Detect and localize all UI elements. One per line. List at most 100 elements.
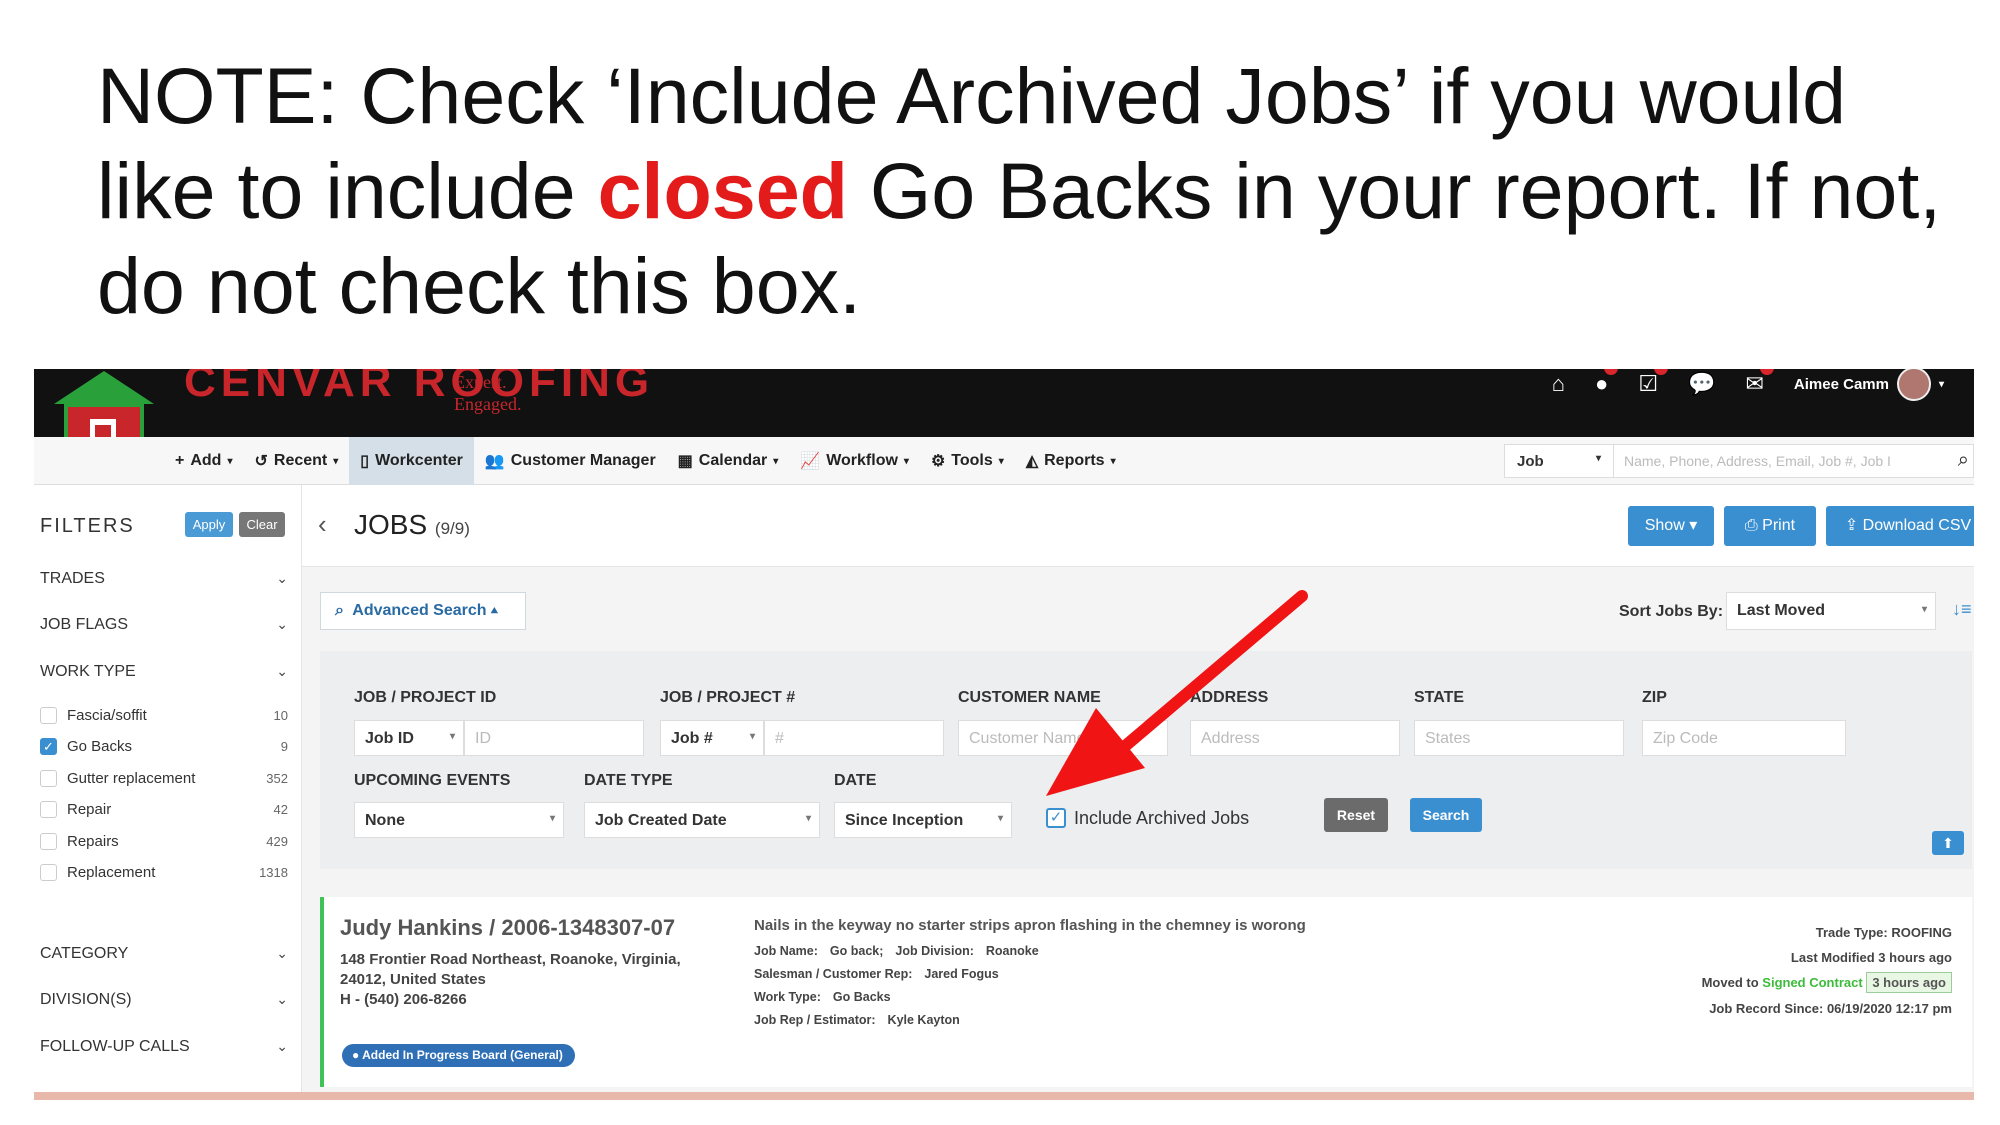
search-button[interactable]: Search xyxy=(1410,798,1482,832)
checkbox-checked[interactable]: ✓ xyxy=(40,738,57,755)
chevron-down-icon: ⌄ xyxy=(276,570,288,586)
apply-button[interactable]: Apply xyxy=(185,512,233,537)
job-id-select[interactable]: Job ID ▾ xyxy=(354,720,464,756)
job-meta-rep: Job Rep / Estimator: Kyle Kayton xyxy=(754,1013,960,1027)
work-type-item[interactable]: ✓ Go Backs 9 xyxy=(40,738,288,755)
nav-add[interactable]: + Add ▾ xyxy=(164,437,243,485)
alert-icon[interactable]: ● xyxy=(1595,369,1619,397)
moved-to: Moved to Signed Contract 3 hours ago xyxy=(1702,972,1952,993)
nav-recent[interactable]: ↺ Recent ▾ xyxy=(243,437,349,485)
record-since: Job Record Since: 06/19/2020 12:17 pm xyxy=(1709,1001,1952,1016)
advanced-search-panel: JOB / PROJECT ID Job ID ▾ ID JOB / PROJEC… xyxy=(320,651,1972,869)
note-highlight: closed xyxy=(597,146,848,235)
chevron-down-icon: ⌄ xyxy=(276,945,288,961)
upcoming-events-select[interactable]: None ▾ xyxy=(354,802,564,838)
caret-icon: ▾ xyxy=(333,455,339,467)
line-chart-icon: 📈 xyxy=(800,453,821,470)
trade-type: Trade Type: ROOFING xyxy=(1815,925,1952,940)
checkbox[interactable] xyxy=(40,707,57,724)
chevron-down-icon: ▾ xyxy=(1938,378,1944,390)
filter-section-divisions[interactable]: DIVISION(S) ⌄ xyxy=(40,991,288,1009)
date-type-select[interactable]: Job Created Date ▾ xyxy=(584,802,820,838)
last-modified: Last Modified 3 hours ago xyxy=(1790,950,1952,965)
checkbox[interactable] xyxy=(40,770,57,787)
work-type-item[interactable]: Fascia/soffit 10 xyxy=(40,707,288,724)
work-type-item[interactable]: Repair 42 xyxy=(40,801,288,818)
search-input[interactable]: Name, Phone, Address, Email, Job #, Job … xyxy=(1614,444,1974,478)
chevron-down-icon: ⌄ xyxy=(276,616,288,632)
chat-icon[interactable]: 💬 xyxy=(1688,371,1715,397)
nav-calendar[interactable]: ▦ Calendar ▾ xyxy=(667,437,790,485)
nav-reports[interactable]: ◭ Reports ▾ xyxy=(1015,437,1127,485)
checkbox[interactable] xyxy=(40,801,57,818)
job-id-input[interactable]: ID xyxy=(464,720,644,756)
zip-label: ZIP xyxy=(1642,689,1667,706)
filter-section-followup[interactable]: FOLLOW-UP CALLS ⌄ xyxy=(40,1038,288,1056)
filter-section-work-type[interactable]: WORK TYPE ⌄ xyxy=(40,663,288,681)
job-phone: H - (540) 206-8266 xyxy=(340,991,467,1008)
nav-customer-manager[interactable]: 👥 Customer Manager xyxy=(474,437,667,485)
status-badge: ● Added In Progress Board (General) xyxy=(342,1044,575,1067)
search-icon: ⌕ xyxy=(335,602,344,619)
nav-tools[interactable]: ⚙ Tools ▾ xyxy=(920,437,1015,485)
customer-name-input[interactable]: Customer Name xyxy=(958,720,1168,756)
back-arrow-icon[interactable]: ‹ xyxy=(318,509,327,540)
sort-select[interactable]: Last Moved ▾ xyxy=(1726,592,1936,630)
top-bar: CENVAR ROOFING Expert. Engaged. ⌂ ● ☑ 💬 ✉… xyxy=(34,369,1974,449)
user-menu[interactable]: Aimee Camm ▾ xyxy=(1794,369,1944,401)
print-button[interactable]: ⎙ Print xyxy=(1724,506,1816,546)
app-screenshot: CENVAR ROOFING Expert. Engaged. ⌂ ● ☑ 💬 ✉… xyxy=(34,369,1974,1100)
filter-section-category[interactable]: CATEGORY ⌄ xyxy=(40,945,288,963)
state-input[interactable]: States xyxy=(1414,720,1624,756)
work-type-item[interactable]: Gutter replacement 352 xyxy=(40,770,288,787)
bottom-strip xyxy=(34,1092,1974,1100)
home-icon[interactable]: ⌂ xyxy=(1552,371,1565,397)
zip-input[interactable]: Zip Code xyxy=(1642,720,1846,756)
search-type-select[interactable]: Job ▾ xyxy=(1504,444,1614,478)
nav-workflow[interactable]: 📈 Workflow ▾ xyxy=(789,437,920,485)
address-input[interactable]: Address xyxy=(1190,720,1400,756)
include-archived-label[interactable]: Include Archived Jobs xyxy=(1074,808,1249,829)
search-icon[interactable]: ⌕ xyxy=(1958,449,1969,472)
job-title[interactable]: Judy Hankins / 2006-1348307-07 xyxy=(340,915,675,941)
filters-sidebar: FILTERS Apply Clear TRADES ⌄ JOB FLAGS ⌄ W… xyxy=(34,485,302,1100)
job-num-input[interactable]: # xyxy=(764,720,944,756)
sort-label: Sort Jobs By: xyxy=(1619,603,1724,620)
users-icon: 👥 xyxy=(484,453,505,470)
filter-section-job-flags[interactable]: JOB FLAGS ⌄ xyxy=(40,616,288,634)
work-type-item[interactable]: Repairs 429 xyxy=(40,833,288,850)
customer-name-label: CUSTOMER NAME xyxy=(958,689,1101,706)
date-select[interactable]: Since Inception ▾ xyxy=(834,802,1012,838)
date-type-label: DATE TYPE xyxy=(584,772,673,789)
instruction-note: NOTE: Check ‘Include Archived Jobs’ if y… xyxy=(97,51,1942,330)
nav-workcenter[interactable]: ▯ Workcenter xyxy=(349,437,474,485)
avatar xyxy=(1896,369,1931,401)
job-card[interactable]: Judy Hankins / 2006-1348307-07 148 Front… xyxy=(320,897,1972,1087)
job-num-select[interactable]: Job # ▾ xyxy=(660,720,764,756)
advanced-search-toggle[interactable]: ⌕ Advanced Search ▴ xyxy=(320,592,526,630)
arrow-up-icon[interactable]: ⬆ xyxy=(1932,831,1964,855)
gear-icon: ⚙ xyxy=(930,453,946,470)
global-search: Job ▾ Name, Phone, Address, Email, Job #,… xyxy=(1504,444,1974,478)
tasks-checkbox-icon[interactable]: ☑ xyxy=(1638,369,1669,397)
plus-icon: + xyxy=(175,452,185,469)
download-csv-button[interactable]: ⇪ Download CSV xyxy=(1826,506,1974,546)
brand-name: CENVAR ROOFING xyxy=(184,369,655,406)
work-type-item[interactable]: Replacement 1318 xyxy=(40,864,288,881)
checkbox[interactable] xyxy=(40,833,57,850)
show-button[interactable]: Show ▾ xyxy=(1628,506,1714,546)
reset-button[interactable]: Reset xyxy=(1324,798,1388,832)
caret-icon: ▾ xyxy=(1110,455,1116,467)
checkbox[interactable] xyxy=(40,864,57,881)
history-icon: ↺ xyxy=(254,453,268,470)
include-archived-checkbox[interactable]: ✓ xyxy=(1046,808,1066,828)
caret-icon: ▾ xyxy=(903,455,909,467)
address-label: ADDRESS xyxy=(1190,689,1269,706)
mail-icon[interactable]: ✉ xyxy=(1745,369,1774,397)
filter-section-trades[interactable]: TRADES ⌄ xyxy=(40,570,288,588)
clear-button[interactable]: Clear xyxy=(239,512,285,537)
chevron-down-icon: ⌄ xyxy=(276,663,288,679)
chevron-down-icon: ⌄ xyxy=(276,1038,288,1054)
date-label: DATE xyxy=(834,772,877,789)
sort-order-icon[interactable]: ↓≡ xyxy=(1952,599,1972,620)
